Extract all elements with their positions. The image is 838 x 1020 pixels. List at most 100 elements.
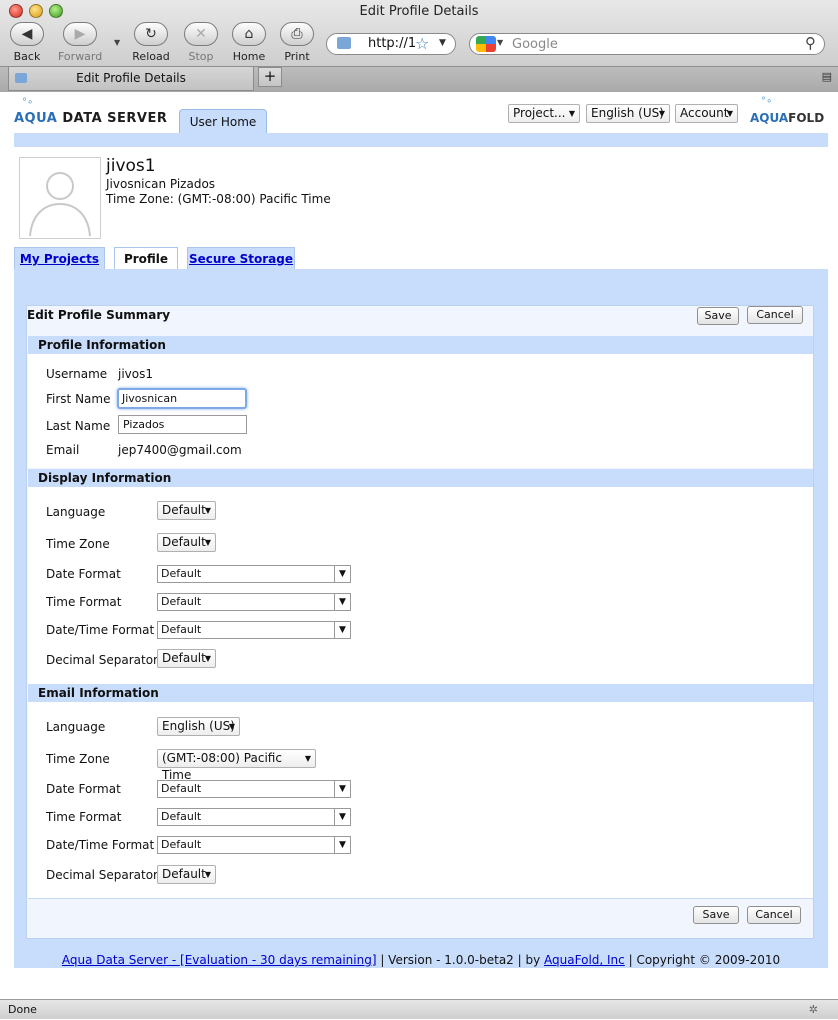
- username-value: jivos1: [118, 367, 153, 381]
- window-title: Edit Profile Details: [359, 4, 479, 19]
- chevron-down-icon: ▼: [334, 809, 350, 825]
- engine-dropdown-icon[interactable]: ▼: [497, 38, 503, 47]
- aquafold-logo: AQUAFOLD: [750, 111, 825, 125]
- page-icon: [337, 37, 351, 49]
- search-icon[interactable]: ⚲: [805, 34, 816, 52]
- version-text: Version - 1.0.0-beta2: [388, 953, 514, 967]
- tab-content-bar: [14, 269, 828, 295]
- aquafold-bubbles-icon: °∘: [761, 96, 773, 107]
- profile-full-name: Jivosnican Pizados: [106, 177, 216, 191]
- display-decimal-select[interactable]: Default ▼: [157, 649, 216, 668]
- address-dropdown-icon[interactable]: ▼: [439, 38, 446, 48]
- display-date-format-select[interactable]: Default ▼: [157, 565, 351, 583]
- new-tab-button[interactable]: +: [258, 67, 282, 87]
- first-name-label: First Name: [46, 392, 111, 406]
- status-text: Done: [8, 1003, 37, 1016]
- print-button[interactable]: ⎙ Print: [275, 22, 319, 63]
- header-bar: [14, 133, 828, 147]
- divider: [28, 898, 813, 899]
- email-value: jep7400@gmail.com: [118, 443, 242, 457]
- display-timezone-select[interactable]: Default ▼: [157, 533, 216, 552]
- email-time-format-select[interactable]: Default ▼: [157, 808, 351, 826]
- chevron-down-icon: ▼: [334, 566, 350, 582]
- cancel-button-top[interactable]: Cancel: [747, 306, 803, 324]
- browser-tab[interactable]: Edit Profile Details: [8, 67, 254, 91]
- profile-time-zone: Time Zone: (GMT:-08:00) Pacific Time: [106, 192, 331, 206]
- stop-button[interactable]: ✕ Stop: [179, 22, 223, 63]
- stop-icon: ✕: [184, 22, 218, 46]
- address-bar[interactable]: http://1 ☆ ▼: [326, 33, 456, 55]
- tab-page-icon: [15, 73, 27, 83]
- display-time-format-select[interactable]: Default ▼: [157, 593, 351, 611]
- project-menu[interactable]: Project... ▼: [508, 104, 580, 123]
- email-label: Email: [46, 443, 80, 457]
- reload-button[interactable]: ↻ Reload: [129, 22, 173, 63]
- home-icon: ⌂: [232, 22, 266, 46]
- reload-icon: ↻: [134, 22, 168, 46]
- app-logo[interactable]: AQUA DATA SERVER: [14, 111, 167, 126]
- section-email-information: Email Information: [28, 684, 813, 702]
- display-language-select[interactable]: Default ▼: [157, 501, 216, 520]
- search-placeholder: Google: [512, 37, 558, 52]
- activity-icon: ✲: [808, 1003, 818, 1016]
- display-timezone-label: Time Zone: [46, 537, 110, 551]
- profile-username: jivos1: [106, 156, 156, 176]
- tab-list-icon[interactable]: ▤: [822, 70, 832, 83]
- history-dropdown-icon[interactable]: ▼: [114, 38, 120, 47]
- tab-secure-storage[interactable]: Secure Storage: [187, 247, 295, 269]
- last-name-label: Last Name: [46, 419, 111, 433]
- save-button-bottom[interactable]: Save: [693, 906, 739, 924]
- email-datetime-format-label: Date/Time Format: [46, 838, 155, 852]
- display-decimal-label: Decimal Separator: [46, 653, 158, 667]
- chevron-down-icon: ▼: [204, 870, 211, 879]
- email-date-format-select[interactable]: Default ▼: [157, 780, 351, 798]
- tab-my-projects[interactable]: My Projects: [14, 247, 105, 269]
- save-button-top[interactable]: Save: [697, 307, 739, 325]
- username-label: Username: [46, 367, 108, 381]
- chevron-down-icon: ▼: [204, 654, 211, 663]
- display-date-format-label: Date Format: [46, 567, 121, 581]
- section-profile-information: Profile Information: [28, 336, 813, 354]
- back-arrow-icon: ◀: [10, 22, 44, 46]
- home-button[interactable]: ⌂ Home: [227, 22, 271, 63]
- email-date-format-label: Date Format: [46, 782, 121, 796]
- google-g-icon: [476, 36, 496, 52]
- status-bar: Done ✲: [0, 999, 838, 1019]
- email-decimal-select[interactable]: Default ▼: [157, 865, 216, 884]
- footer: Aqua Data Server - [Evaluation - 30 days…: [14, 953, 828, 968]
- cancel-button-bottom[interactable]: Cancel: [747, 906, 801, 924]
- chevron-down-icon: ▼: [334, 622, 350, 638]
- printer-icon: ⎙: [280, 22, 314, 46]
- page-content: AQUA DATA SERVER °∘ User Home Project...…: [0, 92, 838, 999]
- person-silhouette-icon: [29, 172, 91, 237]
- chevron-down-icon: ▼: [334, 781, 350, 797]
- email-language-select[interactable]: English (US) ▼: [157, 717, 240, 736]
- email-timezone-label: Time Zone: [46, 752, 110, 766]
- display-datetime-format-select[interactable]: Default ▼: [157, 621, 351, 639]
- back-button[interactable]: ◀ Back: [5, 22, 49, 63]
- language-menu[interactable]: English (US) ▼: [586, 104, 670, 123]
- forward-arrow-icon: ▶: [63, 22, 97, 46]
- chevron-down-icon: ▼: [334, 837, 350, 853]
- tab-profile[interactable]: Profile: [114, 247, 178, 269]
- search-bar[interactable]: ▼ Google ⚲: [469, 33, 825, 55]
- email-decimal-label: Decimal Separator: [46, 868, 158, 882]
- email-time-format-label: Time Format: [46, 810, 122, 824]
- browser-chrome: Edit Profile Details ◀ Back ▶ Forward ▼ …: [0, 0, 838, 92]
- aquafold-link[interactable]: AquaFold, Inc: [544, 953, 625, 967]
- evaluation-link[interactable]: Aqua Data Server - [Evaluation - 30 days…: [62, 953, 377, 967]
- account-menu[interactable]: Account ▼: [675, 104, 738, 123]
- first-name-field[interactable]: Jivosnican: [117, 388, 247, 409]
- chevron-down-icon: ▼: [726, 109, 733, 118]
- last-name-field[interactable]: Pizados: [118, 415, 247, 434]
- email-datetime-format-select[interactable]: Default ▼: [157, 836, 351, 854]
- chevron-down-icon: ▼: [228, 722, 235, 731]
- bookmark-star-icon[interactable]: ☆: [415, 34, 429, 53]
- email-timezone-select[interactable]: (GMT:-08:00) Pacific Time ▼: [157, 749, 316, 782]
- tab-user-home[interactable]: User Home: [179, 109, 267, 133]
- chevron-down-icon: ▼: [658, 109, 665, 118]
- display-language-label: Language: [46, 505, 106, 519]
- copyright-text: | Copyright © 2009-2010: [624, 953, 781, 967]
- chevron-down-icon: ▼: [204, 538, 211, 547]
- forward-button[interactable]: ▶ Forward: [58, 22, 102, 63]
